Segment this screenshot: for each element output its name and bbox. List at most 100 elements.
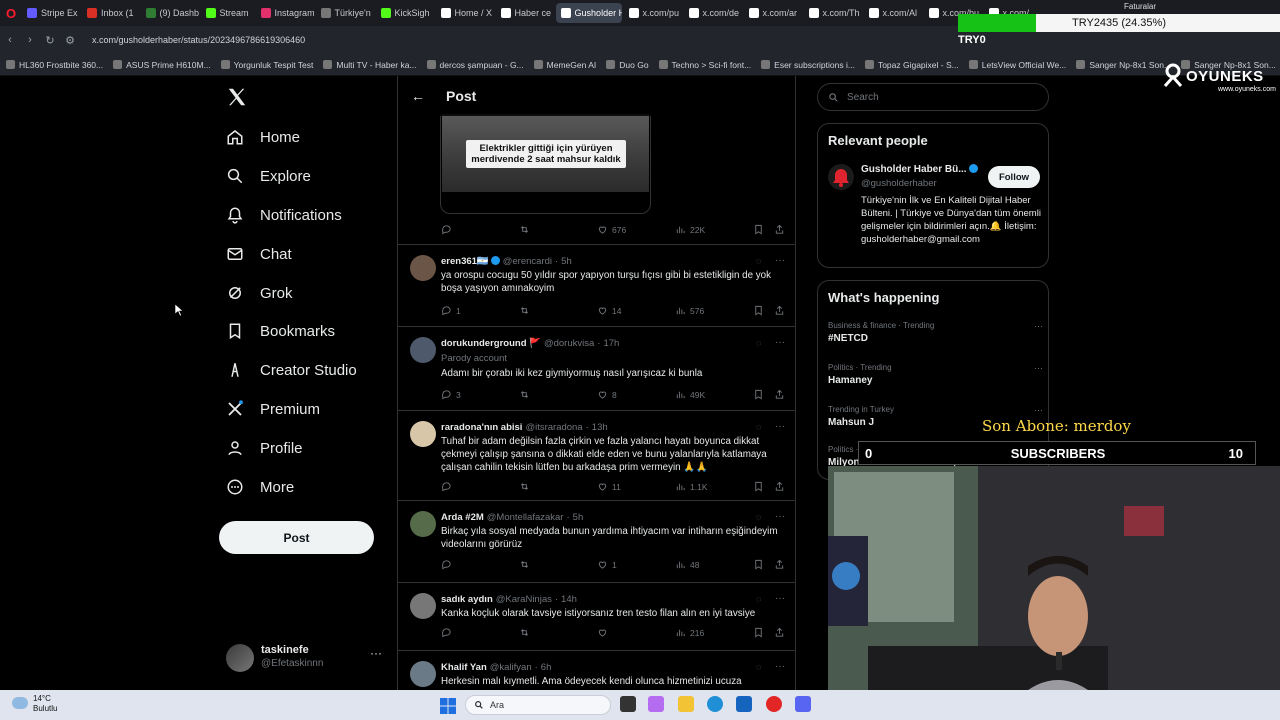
browser-tab[interactable]: x.com/ar	[744, 3, 802, 23]
grok-explain-icon[interactable]: ◌	[756, 594, 761, 604]
bookmark-icon[interactable]	[753, 481, 764, 492]
store-icon[interactable]	[736, 696, 752, 712]
browser-tab[interactable]: x.com/Al	[864, 3, 922, 23]
bookmark-icon[interactable]	[753, 559, 764, 570]
browser-tab[interactable]: x.com/de	[684, 3, 742, 23]
views-icon[interactable]: 216	[675, 627, 704, 638]
tweet-time[interactable]: 14h	[561, 594, 577, 605]
trend-more-icon[interactable]: ···	[1034, 405, 1043, 415]
tweet-more-icon[interactable]: ···	[775, 661, 785, 672]
relevant-person-avatar[interactable]	[828, 164, 854, 190]
tweet-more-icon[interactable]: ···	[775, 421, 785, 432]
bookmark-item[interactable]: MemeGen AI	[533, 60, 596, 70]
grok-explain-icon[interactable]: ◌	[756, 662, 761, 672]
share-icon[interactable]	[774, 224, 785, 235]
tweet-avatar[interactable]	[410, 661, 436, 687]
reply-tweet[interactable]: raradona'nın abisi @itsraradona · 13h ◌ ··· Tu…	[398, 410, 795, 500]
tweet-more-icon[interactable]: ···	[775, 337, 785, 348]
x-logo-icon[interactable]	[226, 86, 248, 108]
tweet-time[interactable]: 6h	[541, 662, 552, 673]
share-icon[interactable]	[774, 627, 785, 638]
follow-button[interactable]: Follow	[988, 166, 1040, 188]
relevant-person-name[interactable]: Gusholder Haber Bü...	[861, 164, 978, 175]
views-icon[interactable]: 49K	[675, 389, 705, 400]
tweet-more-icon[interactable]: ···	[775, 255, 785, 266]
bookmark-icon[interactable]	[753, 627, 764, 638]
share-icon[interactable]	[774, 389, 785, 400]
account-switcher[interactable]: taskinefe @Efetaskinnn ···	[226, 640, 386, 676]
browser-tab[interactable]: Stream	[201, 3, 254, 23]
opera-logo-icon[interactable]: O	[0, 0, 22, 26]
grok-explain-icon[interactable]: ◌	[756, 422, 761, 432]
tweet-avatar[interactable]	[410, 421, 436, 447]
repost-icon[interactable]	[519, 224, 530, 235]
repost-icon[interactable]	[519, 389, 534, 400]
like-icon[interactable]: 8	[597, 389, 617, 400]
trend-more-icon[interactable]: ···	[1034, 321, 1043, 331]
nav-item-notifications[interactable]: Notifications	[226, 202, 342, 228]
nav-item-chat[interactable]: Chat	[226, 241, 292, 267]
browser-tab[interactable]: Stripe Ex	[22, 3, 80, 23]
views-icon[interactable]: 48	[675, 559, 699, 570]
tweet-handle[interactable]: @kalifyan	[490, 662, 532, 673]
reply-tweet[interactable]: Arda #2M @Montellafazakar · 5h ◌ ··· Birkaç yı…	[398, 500, 795, 582]
grok-explain-icon[interactable]: ◌	[756, 512, 761, 522]
nav-item-premium[interactable]: Premium	[226, 396, 320, 422]
like-icon[interactable]: 1	[597, 559, 617, 570]
tweet-handle[interactable]: @dorukvisa	[544, 338, 594, 349]
tweet-more-icon[interactable]: ···	[775, 511, 785, 522]
reload-icon[interactable]: ↻	[40, 34, 60, 47]
bookmark-icon[interactable]	[753, 389, 764, 400]
tweet-author-name[interactable]: Khalif Yan	[441, 662, 487, 673]
reply-icon[interactable]	[441, 627, 456, 638]
browser-tab[interactable]: Haber ce	[496, 3, 554, 23]
bookmark-item[interactable]: Sanger Np-8x1 Son...	[1076, 60, 1171, 70]
share-icon[interactable]	[774, 559, 785, 570]
bookmark-item[interactable]: LetsView Official We...	[968, 60, 1066, 70]
bookmark-item[interactable]: Duo Go	[606, 60, 649, 70]
nav-item-more[interactable]: More	[226, 474, 294, 500]
back-nav-icon[interactable]: ‹	[0, 34, 20, 46]
browser-tab[interactable]: x.com/Th	[804, 3, 862, 23]
tweet-avatar[interactable]	[410, 255, 436, 281]
tweet-avatar[interactable]	[410, 337, 436, 363]
bookmark-item[interactable]: ASUS Prime H610M...	[113, 60, 211, 70]
bookmark-item[interactable]: Eser subscriptions i...	[761, 60, 855, 70]
like-icon[interactable]	[597, 627, 612, 638]
opera-taskbar-icon[interactable]	[766, 696, 782, 712]
tweet-time[interactable]: 13h	[592, 422, 608, 433]
post-media-image[interactable]: Elektrikler gittiği için yürüyen merdive…	[442, 114, 649, 192]
like-icon[interactable]: 14	[597, 305, 621, 316]
reply-icon[interactable]: 3	[441, 389, 461, 400]
bookmark-item[interactable]: Multi TV - Haber ka...	[323, 60, 417, 70]
tweet-time[interactable]: 5h	[573, 512, 584, 523]
tweet-author-name[interactable]: raradona'nın abisi	[441, 422, 522, 433]
back-arrow-icon[interactable]: ←	[400, 88, 436, 104]
copilot-icon[interactable]	[648, 696, 664, 712]
post-media-card[interactable]: Elektrikler gittiği için yürüyen merdive…	[440, 114, 651, 214]
tweet-author-name[interactable]: Arda #2M	[441, 512, 484, 523]
post-button[interactable]: Post	[219, 521, 374, 554]
repost-icon[interactable]	[519, 627, 534, 638]
share-icon[interactable]	[774, 481, 785, 492]
browser-tab[interactable]: (9) Dashb	[141, 3, 199, 23]
tweet-more-icon[interactable]: ···	[775, 593, 785, 604]
reply-icon[interactable]	[441, 224, 452, 235]
url-field[interactable]: x.com/gusholderhaber/status/202349678661…	[92, 35, 305, 45]
browser-tab[interactable]: Türkiye'n	[316, 3, 374, 23]
tweet-author-name[interactable]: eren361🇦🇷	[441, 256, 489, 267]
tweet-author-name[interactable]: dorukunderground 🚩	[441, 338, 541, 349]
tweet-handle[interactable]: @erencardi	[503, 256, 552, 267]
task-view-icon[interactable]	[620, 696, 636, 712]
nav-item-explore[interactable]: Explore	[226, 163, 311, 189]
file-explorer-icon[interactable]	[678, 696, 694, 712]
like-icon[interactable]: 11	[597, 481, 621, 492]
repost-icon[interactable]	[519, 481, 534, 492]
share-icon[interactable]	[774, 305, 785, 316]
views-icon[interactable]: 576	[675, 305, 704, 316]
account-more-icon[interactable]: ···	[370, 646, 382, 660]
bookmark-item[interactable]: dercos şampuan - G...	[426, 60, 524, 70]
tweet-time[interactable]: 5h	[561, 256, 572, 267]
trend-item[interactable]: Business & finance · Trending #NETCD ···	[828, 321, 1043, 344]
trend-more-icon[interactable]: ···	[1034, 363, 1043, 373]
